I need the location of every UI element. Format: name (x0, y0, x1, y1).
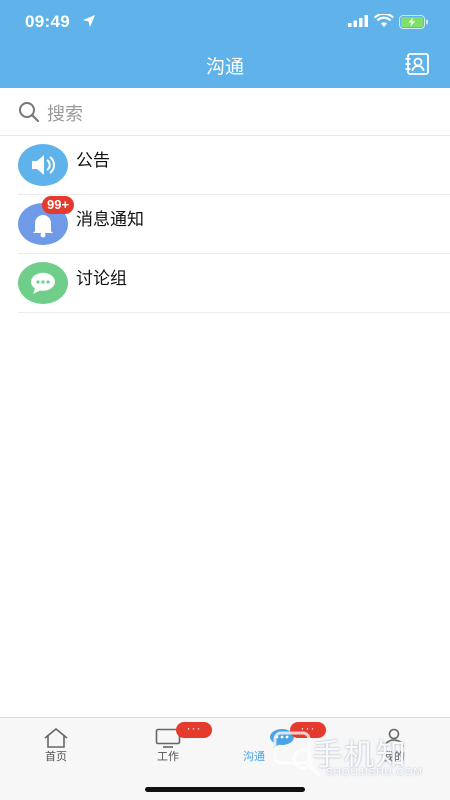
contacts-icon[interactable] (404, 52, 430, 76)
cellular-signal-icon (348, 15, 368, 27)
home-icon (44, 728, 68, 748)
watermark-url: SHOUJISHU.COM (326, 767, 423, 778)
wifi-icon (374, 14, 394, 27)
location-arrow-icon (83, 15, 95, 27)
page-title: 沟通 (205, 56, 244, 78)
search-input[interactable]: 搜索 (47, 100, 83, 126)
speaker-icon (18, 144, 68, 186)
app-header: 09:49 沟通 (0, 0, 450, 88)
chat-bubble-icon (18, 262, 68, 304)
search-icon (19, 102, 40, 123)
status-time: 09:49 (25, 12, 70, 31)
list-item-announcement[interactable]: 公告 (18, 136, 450, 195)
list-item-notifications[interactable]: 99+ 消息通知 (18, 195, 450, 254)
tab-label: 首页 (45, 750, 67, 763)
unread-badge: 99+ (42, 196, 75, 214)
list-item-label: 公告 (76, 151, 110, 171)
tab-work-badge: ··· (176, 722, 212, 738)
home-indicator (145, 787, 305, 792)
list-item-label: 讨论组 (76, 269, 127, 289)
status-bar: 09:49 (0, 0, 450, 44)
list-item-discussion[interactable]: 讨论组 (18, 254, 450, 313)
tab-home[interactable]: 首页 (0, 718, 112, 778)
list-item-label: 消息通知 (76, 210, 144, 230)
search-bar[interactable]: 搜索 (0, 88, 450, 136)
battery-icon (399, 15, 428, 29)
